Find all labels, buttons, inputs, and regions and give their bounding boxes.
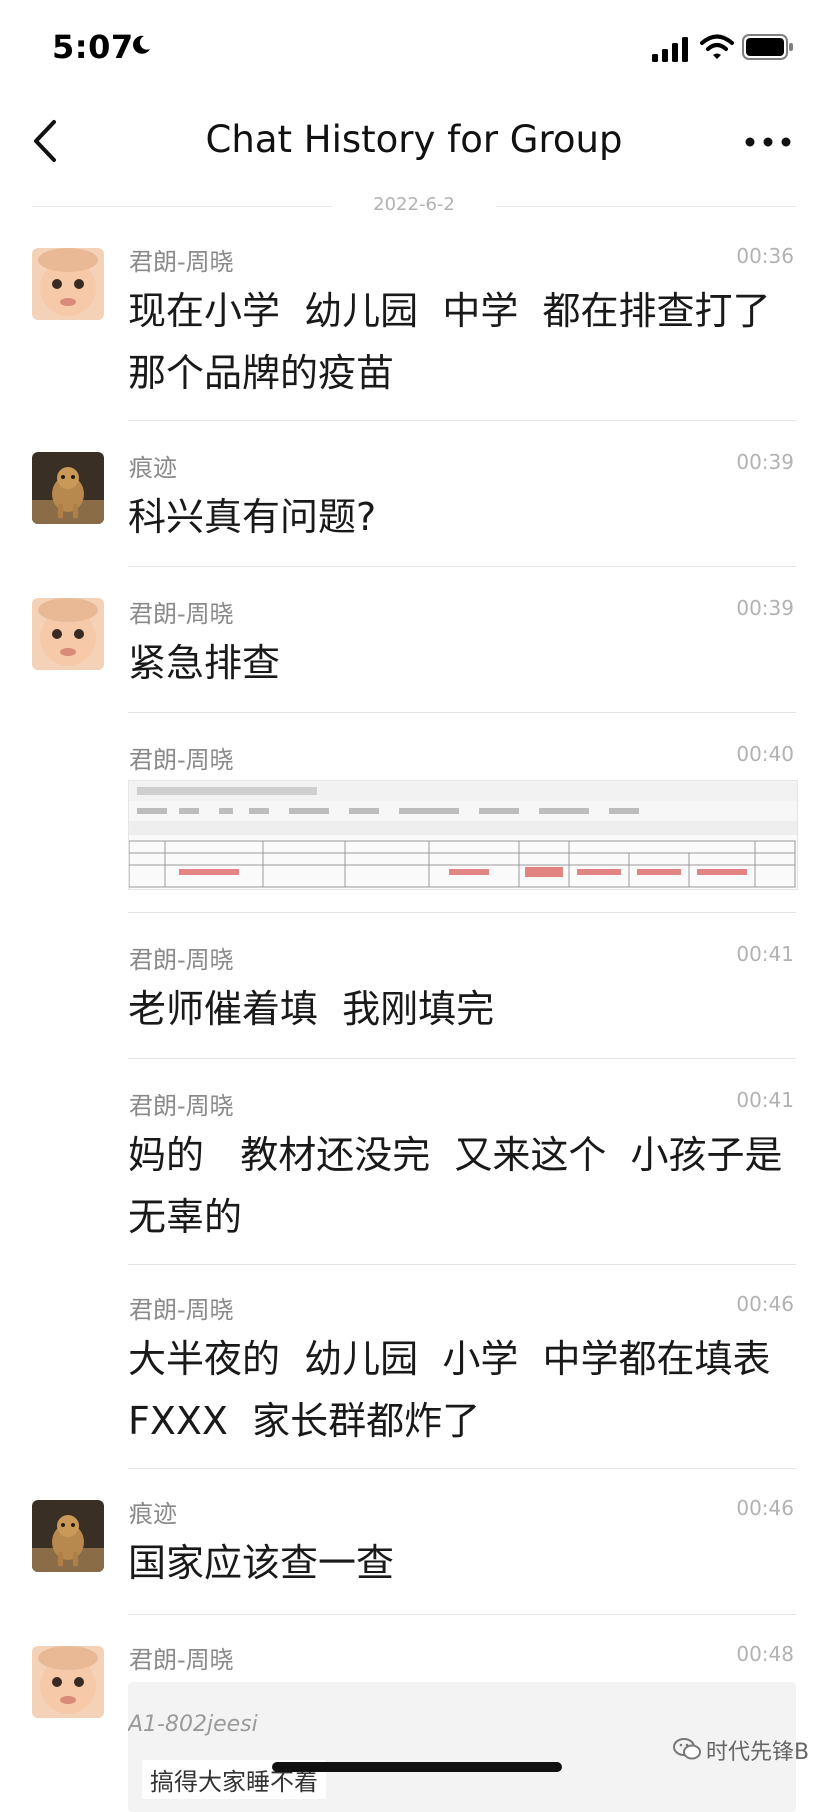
status-bar: 5:07 xyxy=(0,0,828,100)
divider xyxy=(128,712,796,713)
message-time: 00:39 xyxy=(736,450,794,474)
message-text: 妈的 教材还没完 又来这个 小孩子是无辜的 xyxy=(128,1133,783,1239)
sender-name: 君朗-周晓 xyxy=(129,248,234,276)
divider xyxy=(128,1264,796,1265)
message-time: 00:41 xyxy=(736,942,794,966)
sender-name: 君朗-周晓 xyxy=(129,1646,234,1674)
moon-icon xyxy=(133,35,150,54)
avatar[interactable] xyxy=(32,452,104,524)
page-title: Chat History for Group xyxy=(205,118,623,161)
more-options-icon[interactable] xyxy=(744,130,792,154)
message-text: 老师催着填 我刚填完 xyxy=(128,987,495,1031)
message-time: 00:48 xyxy=(736,1642,794,1666)
divider xyxy=(128,420,796,421)
message-time: 00:41 xyxy=(736,1088,794,1112)
quoted-image-code: A1-802jeesi xyxy=(128,1712,258,1737)
date-separator-line xyxy=(496,206,796,207)
message-text: 紧急排查 xyxy=(128,641,281,685)
battery-icon xyxy=(742,34,793,60)
message-time: 00:36 xyxy=(736,244,794,268)
spreadsheet-image[interactable] xyxy=(128,780,798,890)
cellular-signal-icon xyxy=(652,37,688,62)
divider xyxy=(128,1058,796,1059)
date-separator-text: 2022-6-2 xyxy=(373,194,455,215)
message-text: 科兴真有问题? xyxy=(128,495,377,539)
sender-name: 君朗-周晓 xyxy=(129,1296,234,1324)
divider xyxy=(128,566,796,567)
sender-name: 君朗-周晓 xyxy=(129,946,234,974)
watermark-text: 时代先锋B xyxy=(706,1740,810,1765)
divider xyxy=(128,1614,796,1615)
status-time: 5:07 xyxy=(52,28,134,66)
message-text: 国家应该查一查 xyxy=(128,1541,395,1585)
divider xyxy=(128,1468,796,1469)
sender-name: 痕迹 xyxy=(129,454,177,482)
sender-name: 君朗-周晓 xyxy=(129,1092,234,1120)
message-time: 00:40 xyxy=(736,742,794,766)
sender-name: 痕迹 xyxy=(129,1500,177,1528)
message-text: 现在小学 幼儿园 中学 都在排查打了那个品牌的疫苗 xyxy=(128,289,771,395)
date-separator: 2022-6-2 xyxy=(32,194,796,218)
message-time: 00:46 xyxy=(736,1292,794,1316)
divider xyxy=(128,912,796,913)
wechat-icon xyxy=(673,1738,701,1760)
sender-name: 君朗-周晓 xyxy=(129,746,234,774)
avatar[interactable] xyxy=(32,248,104,320)
message-time: 00:39 xyxy=(736,596,794,620)
home-indicator[interactable] xyxy=(272,1762,562,1772)
message-text: 大半夜的 幼儿园 小学 中学都在填表 FXXX 家长群都炸了 xyxy=(128,1337,795,1443)
sender-name: 君朗-周晓 xyxy=(129,600,234,628)
wifi-icon xyxy=(700,34,734,59)
message-time: 00:46 xyxy=(736,1496,794,1520)
avatar[interactable] xyxy=(32,598,104,670)
avatar[interactable] xyxy=(32,1500,104,1572)
avatar[interactable] xyxy=(32,1646,104,1718)
nav-bar: Chat History for Group xyxy=(0,100,828,188)
